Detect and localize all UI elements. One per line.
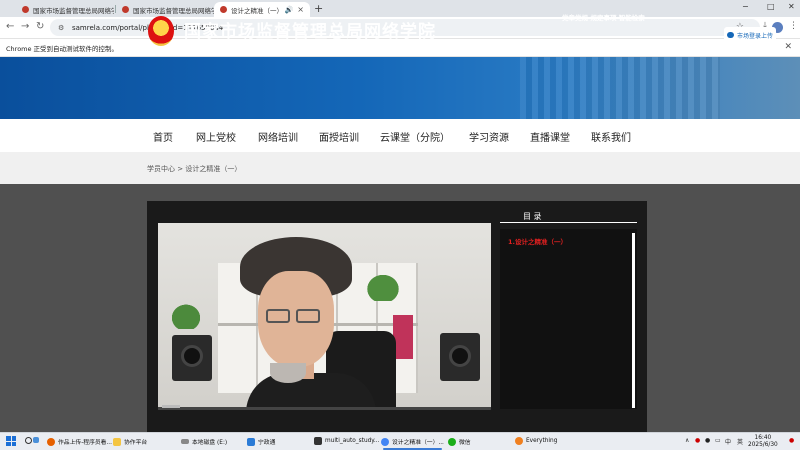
close-tab-icon[interactable]: ×	[297, 5, 304, 14]
catalog-item-1[interactable]: 1.设计之精准（一）	[508, 236, 567, 246]
banner-slogan-link[interactable]: 党章党规·规定事项 智能检索	[562, 12, 645, 22]
video-plant-left	[168, 301, 204, 329]
main-navigation: 首页 网上党校 网络培训 面授培训 云课堂（分院） 学习资源 直播课堂 联系我们	[0, 119, 800, 152]
ime-indicator[interactable]: 中	[725, 437, 731, 446]
video-presenter-glasses-right	[296, 309, 320, 323]
windows-start-icon[interactable]	[6, 436, 16, 446]
folder-icon	[113, 437, 121, 446]
building-background	[520, 57, 720, 119]
taskbar-app-wechat[interactable]: 微信	[448, 437, 471, 446]
tab-title: 国家市场监督管理总局网络学院	[133, 6, 214, 15]
video-presenter-glasses-left	[266, 309, 290, 323]
drive-icon	[181, 439, 189, 444]
taskbar-app-drive[interactable]: 本地磁盘 (E:)	[181, 437, 227, 446]
nav-item-live-classroom[interactable]: 直播课堂	[530, 129, 570, 144]
video-speaker-left	[172, 335, 212, 381]
taskbar-app-chrome[interactable]: 设计之精准（一）...	[381, 437, 444, 450]
site-favicon-icon	[122, 6, 129, 13]
breadcrumb[interactable]: 学员中心 > 设计之精准（一）	[147, 164, 241, 174]
taskbar-app-label: 宁政通	[258, 440, 276, 446]
nav-item-cloud-classroom[interactable]: 云课堂（分院）	[380, 129, 450, 144]
minimize-button[interactable]: −	[742, 2, 749, 11]
tab-2[interactable]: 国家市场监督管理总局网络学院 ×	[116, 2, 214, 17]
app-icon	[247, 437, 255, 446]
video-player[interactable]	[158, 223, 491, 410]
video-book	[393, 315, 413, 359]
ime-mode-indicator[interactable]: 英	[737, 437, 743, 446]
taskbar-app-label: 设计之精准（一）...	[392, 440, 444, 446]
tab-1[interactable]: 国家市场监督管理总局网络学院 ×	[16, 2, 114, 17]
video-presenter-beard	[270, 363, 306, 383]
national-emblem-logo	[148, 16, 174, 46]
taskbar-app-label: 作品上传-程序员看...	[58, 440, 112, 446]
tab-title: 国家市场监督管理总局网络学院	[33, 6, 114, 15]
taskbar-app-collab[interactable]: 协作平台	[113, 437, 147, 446]
breadcrumb-bar: 学员中心 > 设计之精准（一）	[0, 152, 800, 184]
nav-item-online-training[interactable]: 网络培训	[258, 129, 298, 144]
catalog-list	[500, 229, 637, 409]
taskbar-app-label: multi_auto_study...	[325, 438, 380, 444]
close-window-button[interactable]: ✕	[788, 2, 795, 11]
notification-icon[interactable]: ●	[789, 437, 794, 444]
everything-icon	[515, 437, 523, 445]
close-infobar-icon[interactable]: ✕	[784, 42, 792, 52]
site-favicon-icon	[220, 6, 227, 13]
taskbar-app-label: 协作平台	[124, 440, 148, 446]
new-tab-button[interactable]: +	[314, 2, 323, 15]
taskbar-app-ningzhengtong[interactable]: 宁政通	[247, 437, 275, 446]
video-speaker-right	[440, 333, 480, 381]
taskbar-app-terminal[interactable]: multi_auto_study...	[314, 437, 379, 445]
menu-icon[interactable]: ⋮	[789, 21, 798, 31]
chrome-icon	[381, 437, 389, 446]
taskbar-task-view-icon[interactable]	[33, 437, 42, 443]
video-plant-right	[363, 271, 403, 301]
tab-title: 设计之精准（一）	[231, 6, 283, 15]
site-favicon-icon	[22, 6, 29, 13]
network-icon[interactable]: ▭	[715, 437, 721, 444]
wechat-icon	[448, 437, 456, 446]
tray-app-icon[interactable]: ●	[705, 437, 710, 444]
video-control-strip[interactable]	[162, 405, 180, 408]
login-upload-label: 市场登录上传	[736, 32, 773, 40]
windows-taskbar: 作品上传-程序员看... 协作平台 本地磁盘 (E:) 宁政通 multi_au…	[0, 432, 800, 450]
catalog-scrollbar[interactable]	[632, 233, 635, 408]
clock-time: 16:40	[754, 435, 772, 441]
taskbar-app-label: 微信	[459, 440, 471, 446]
nav-item-onsite-training[interactable]: 面授培训	[319, 129, 359, 144]
catalog-divider	[500, 222, 637, 223]
terminal-icon	[314, 437, 322, 445]
nav-item-learning-resources[interactable]: 学习资源	[469, 129, 509, 144]
maximize-button[interactable]: □	[767, 2, 775, 11]
nav-item-party-school[interactable]: 网上党校	[196, 129, 236, 144]
catalog-tab-title[interactable]: 目 录	[523, 211, 542, 222]
clock-date: 2025/6/30	[748, 442, 778, 448]
video-progress-bar[interactable]	[158, 407, 491, 410]
system-clock[interactable]: 16:40 2025/6/30	[748, 435, 778, 449]
nav-item-contact-us[interactable]: 联系我们	[591, 129, 631, 144]
taskbar-app-firefox[interactable]: 作品上传-程序员看...	[47, 437, 112, 446]
back-icon[interactable]: ←	[6, 21, 14, 32]
reload-icon[interactable]: ↻	[36, 21, 44, 32]
tab-3-active[interactable]: 设计之精准（一） 🔊 ×	[214, 2, 310, 17]
site-info-icon[interactable]: ⚙	[58, 24, 66, 32]
site-banner	[0, 57, 800, 119]
site-subtitle: E-learning Academy of State Administrati…	[185, 38, 452, 47]
taskbar-app-label: Everything	[526, 438, 558, 444]
taskbar-app-everything[interactable]: Everything	[515, 437, 557, 445]
nav-item-home[interactable]: 首页	[153, 129, 173, 144]
browser-tab-strip: 国家市场监督管理总局网络学院 × 国家市场监督管理总局网络学院 × 设计之精准（…	[0, 0, 800, 17]
show-hidden-icons-icon[interactable]: ∧	[685, 437, 689, 444]
audio-playing-icon[interactable]: 🔊	[285, 6, 294, 14]
taskbar-app-label: 本地磁盘 (E:)	[192, 440, 228, 446]
login-upload-button[interactable]: 市场登录上传	[724, 27, 776, 43]
forward-icon[interactable]: →	[21, 21, 29, 32]
tray-app-icon[interactable]: ●	[695, 437, 700, 444]
automation-notice-text: Chrome 正受到自动测试软件的控制。	[6, 44, 119, 53]
firefox-icon	[47, 437, 55, 446]
cloud-icon	[726, 32, 734, 38]
